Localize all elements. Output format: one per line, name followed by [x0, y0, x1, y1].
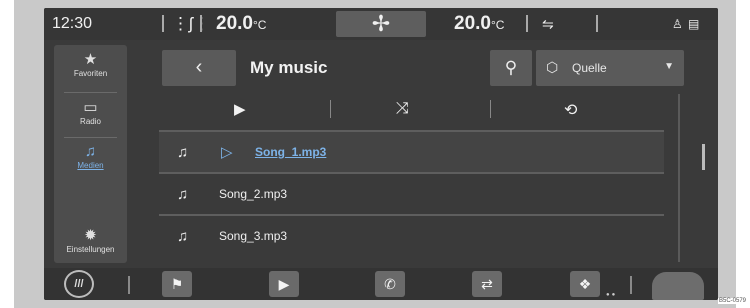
divider [490, 100, 491, 118]
search-button[interactable]: ⚲ [490, 50, 532, 86]
divider [200, 15, 202, 32]
divider [526, 15, 528, 32]
divider [596, 15, 598, 32]
media-icon: ♫ [84, 143, 97, 160]
now-playing-icon: ▷ [221, 144, 233, 161]
repeat-icon[interactable]: ⟲ [564, 100, 577, 120]
fan-icon[interactable]: ✢ [336, 11, 426, 37]
page-title: My music [250, 58, 328, 77]
sidebar-item-radio[interactable]: ▭ Radio [54, 99, 127, 126]
temp-right[interactable]: 20.0°C [454, 13, 504, 35]
infotainment-screen: 12:30 ⋮ʃ⋮ 20.0°C ✢ 20.0°C ⇋ ♙ ▤ ★ Favori… [44, 8, 718, 300]
sidebar-item-einstellungen[interactable]: ✹ Einstellungen [54, 227, 127, 254]
scrollbar-thumb[interactable] [702, 144, 705, 170]
divider [64, 92, 117, 93]
radio-icon: ▭ [83, 99, 98, 116]
phone-connect-icon[interactable]: ⇄ [472, 271, 502, 297]
music-note-icon: ♫ [177, 144, 189, 161]
status-bar: 12:30 ⋮ʃ⋮ 20.0°C ✢ 20.0°C ⇋ ♙ ▤ [44, 8, 718, 40]
cube-icon: ⬡ [546, 59, 559, 75]
gear-icon: ✹ [84, 227, 97, 244]
page-indicator: ●● [606, 292, 618, 298]
divider [162, 15, 164, 32]
car-icon[interactable] [652, 272, 704, 300]
app-icon[interactable]: ❖ [570, 271, 600, 297]
seat-heat-icon[interactable]: ⋮ʃ⋮ [172, 14, 210, 34]
user-profile-icon[interactable]: ♙ [672, 17, 683, 31]
caret-down-icon: ▼ [664, 61, 674, 72]
source-dropdown[interactable]: ⬡ Quelle ▼ [536, 50, 684, 86]
bottom-dock: /// ⚑ ▶ ✆ ⇄ ❖ ●● [44, 268, 718, 300]
sidebar: ★ Favoriten ▭ Radio ♫ Medien ✹ Einstellu… [54, 45, 127, 263]
list-item[interactable]: ♫ Song_3.mp3 [159, 216, 664, 256]
music-note-icon: ♫ [177, 186, 189, 203]
chevron-left-icon: ‹ [195, 56, 203, 78]
list-item[interactable]: ♫ Song_2.mp3 [159, 174, 664, 214]
temp-left[interactable]: 20.0°C [216, 13, 266, 35]
divider [630, 276, 632, 294]
sidebar-item-favoriten[interactable]: ★ Favoriten [54, 51, 127, 78]
image-code: B5C-0579 [718, 298, 748, 304]
list-item[interactable]: ♫ ▷ Song_1.mp3 [159, 132, 664, 172]
sidebar-item-medien[interactable]: ♫ Medien [54, 143, 127, 170]
clock: 12:30 [52, 15, 93, 32]
play-icon[interactable]: ▶ [269, 271, 299, 297]
back-button[interactable]: ‹ [162, 50, 236, 86]
search-icon: ⚲ [504, 58, 518, 77]
divider [64, 137, 117, 138]
menu-icon[interactable]: /// [64, 270, 94, 298]
scrollbar-track[interactable] [678, 94, 680, 262]
phone-status-icon[interactable]: ▤ [688, 17, 699, 31]
music-note-icon: ♫ [177, 228, 189, 245]
divider [128, 276, 130, 294]
play-icon[interactable]: ▶ [234, 100, 246, 118]
flag-icon[interactable]: ⚑ [162, 271, 192, 297]
shuffle-icon[interactable]: ⤨ [396, 100, 409, 118]
phone-icon[interactable]: ✆ [375, 271, 405, 297]
divider [330, 100, 331, 118]
star-icon: ★ [83, 51, 98, 68]
air-recirculation-icon[interactable]: ⇋ [542, 16, 554, 33]
